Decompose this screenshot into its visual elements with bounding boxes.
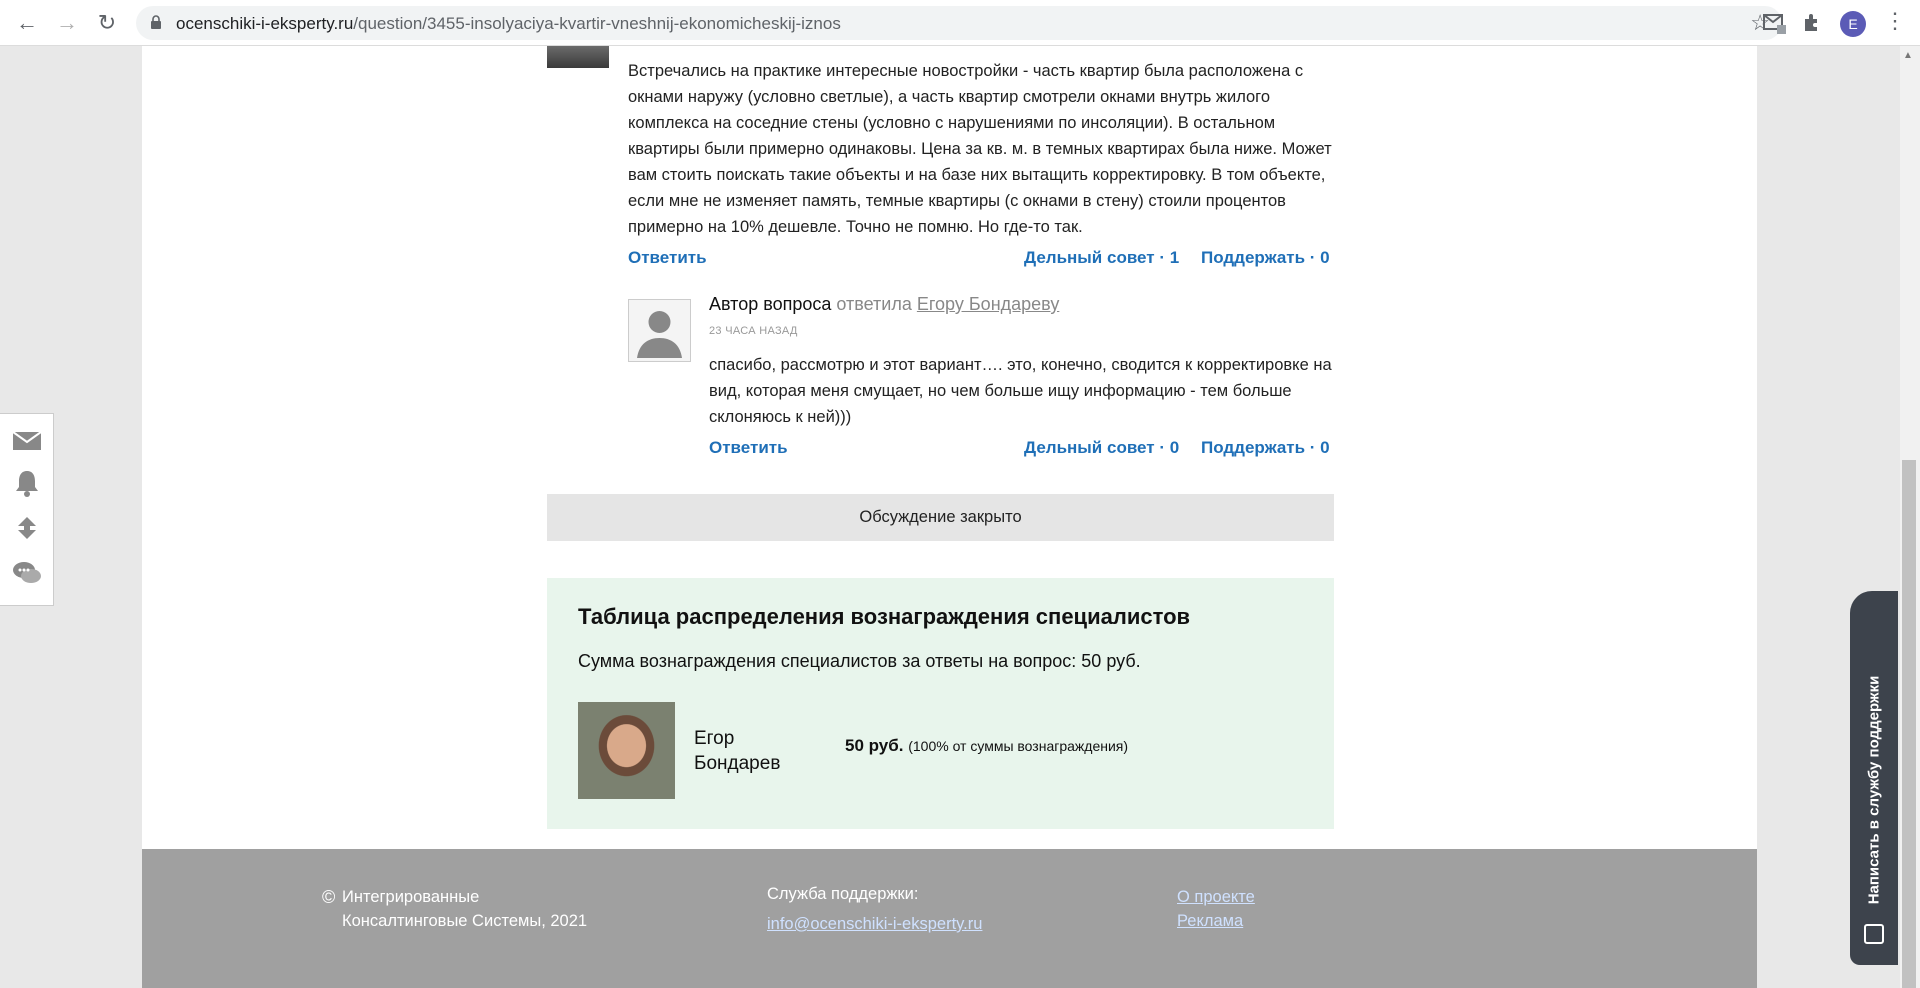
gmail-extension-icon[interactable]	[1762, 10, 1788, 36]
specialist-reward: 50 руб. (100% от суммы вознаграждения)	[845, 736, 1128, 756]
footer: © Интегрированные Консалтинговые Системы…	[142, 849, 1757, 988]
address-bar[interactable]: ocenschiki-i-eksperty.ru/question/3455-i…	[136, 6, 1782, 40]
reply-author-name: Автор вопроса	[709, 294, 832, 314]
specialist-photo[interactable]	[578, 702, 675, 799]
support-button[interactable]: Поддержать · 0	[1201, 438, 1330, 458]
puzzle-extensions-icon[interactable]	[1800, 10, 1826, 36]
reply-verb: ответила	[836, 294, 912, 314]
footer-links: О проекте Реклама	[1177, 885, 1255, 933]
reply-recipient-link[interactable]: Егору Бондареву	[917, 294, 1059, 314]
about-link[interactable]: О проекте	[1177, 885, 1255, 909]
reply-body: спасибо, рассмотрю и этот вариант…. это,…	[709, 356, 1332, 426]
support-tab-label: Написать в службу поддержки	[1865, 675, 1883, 905]
support-button[interactable]: Поддержать · 0	[1201, 248, 1330, 268]
bell-icon[interactable]	[12, 469, 42, 497]
url-text: ocenschiki-i-eksperty.ru/question/3455-i…	[176, 14, 841, 33]
useful-advice-button[interactable]: Дельный совет · 0	[1024, 438, 1179, 458]
side-tools-panel	[0, 413, 54, 606]
specialist-name[interactable]: Егор Бондарев	[694, 726, 804, 776]
reply-timestamp: 23 ЧАСА НАЗАД	[709, 325, 798, 337]
support-email-link[interactable]: info@ocenschiki-i-eksperty.ru	[767, 915, 982, 934]
ads-link[interactable]: Реклама	[1177, 909, 1255, 933]
default-user-avatar	[628, 299, 691, 362]
user-silhouette-icon	[637, 311, 682, 358]
profile-avatar[interactable]: E	[1840, 11, 1866, 37]
lock-icon	[151, 15, 161, 29]
chevron-icon	[1864, 924, 1884, 944]
reload-icon[interactable]: ↻	[93, 9, 121, 37]
chat-bubbles-icon[interactable]	[12, 559, 42, 587]
reward-sum: Сумма вознаграждения специалистов за отв…	[578, 651, 1141, 671]
reward-distribution-panel: Таблица распределения вознаграждения спе…	[547, 578, 1334, 829]
commenter-avatar	[547, 46, 609, 68]
comment-body: Встречались на практике интересные новос…	[628, 62, 1332, 236]
browser-toolbar: ← → ↻ ocenschiki-i-eksperty.ru/question/…	[0, 0, 1920, 46]
copyright-icon: ©	[322, 887, 336, 907]
sync-icon[interactable]	[12, 514, 42, 542]
copyright-line1: Интегрированные	[342, 888, 480, 906]
scroll-up-icon[interactable]: ▲	[1903, 50, 1913, 61]
menu-kebab-icon[interactable]: ⋮	[1884, 8, 1906, 34]
forward-icon[interactable]: →	[53, 9, 81, 37]
support-chat-tab[interactable]: Написать в службу поддержки	[1850, 591, 1898, 965]
reply-author-line: Автор вопроса ответила Егору Бондареву	[709, 294, 1059, 315]
reward-title: Таблица распределения вознаграждения спе…	[578, 604, 1191, 629]
discussion-closed-banner: Обсуждение закрыто	[547, 494, 1334, 541]
copyright: © Интегрированные Консалтинговые Системы…	[322, 885, 588, 933]
scrollbar-thumb[interactable]	[1902, 460, 1916, 988]
copyright-line2: Консалтинговые Системы, 2021	[342, 912, 588, 930]
reply-link[interactable]: Ответить	[628, 248, 707, 268]
reward-percent: (100% от суммы вознаграждения)	[908, 738, 1129, 754]
back-icon[interactable]: ←	[13, 9, 41, 37]
mail-icon[interactable]	[12, 427, 42, 455]
reward-amount: 50 руб.	[845, 736, 904, 755]
support-label: Служба поддержки:	[767, 885, 919, 903]
reply-link[interactable]: Ответить	[709, 438, 788, 458]
useful-advice-button[interactable]: Дельный совет · 1	[1024, 248, 1179, 268]
